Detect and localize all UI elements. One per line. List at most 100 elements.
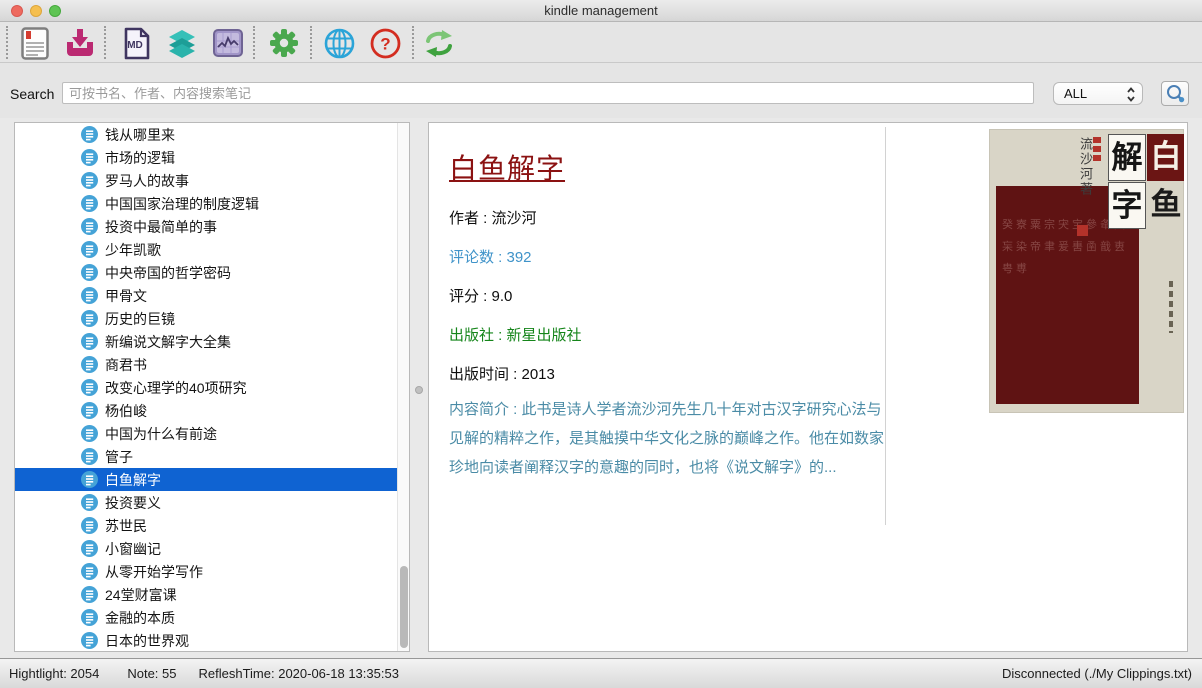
book-list-item[interactable]: 新编说文解字大全集: [15, 330, 397, 353]
book-list-item[interactable]: 历史的巨镜: [15, 307, 397, 330]
book-rating: 评分 : 9.0: [449, 285, 512, 306]
book-icon: [81, 126, 98, 143]
book-cover-image: 癸寮粟宗宊宝參夅宎杗染帝聿爰軎圅戠叀甹尃 解 白 字 鱼 流沙河著: [989, 129, 1184, 413]
book-list-item-label: 24堂财富课: [105, 585, 177, 605]
book-list-panel: 钱从哪里来 市场的逻辑 罗马人的故事: [14, 122, 410, 652]
book-list: 钱从哪里来 市场的逻辑 罗马人的故事: [15, 123, 397, 652]
chevron-updown-icon: [1126, 86, 1136, 103]
book-list-item[interactable]: 管子: [15, 445, 397, 468]
toolbar-separator: [6, 26, 8, 59]
book-list-item-label: 中国国家治理的制度逻辑: [105, 194, 259, 214]
search-button[interactable]: [1161, 81, 1189, 106]
note-count: Note: 55: [127, 666, 176, 681]
filter-select[interactable]: ALL: [1053, 82, 1143, 105]
book-icon: [81, 402, 98, 419]
filter-select-value: ALL: [1064, 86, 1087, 101]
search-bar: Search ALL: [0, 63, 1202, 118]
book-list-item[interactable]: 改变心理学的40项研究: [15, 376, 397, 399]
scrollbar-thumb[interactable]: [400, 566, 408, 648]
search-label: Search: [10, 86, 54, 102]
book-summary: 内容简介 : 此书是诗人学者流沙河先生几十年对古汉字研究心法与见解的精粹之作，是…: [449, 395, 886, 482]
search-input[interactable]: [62, 82, 1034, 104]
app-window: { "window": { "title": "kindle managemen…: [0, 0, 1202, 688]
book-list-item[interactable]: 中国为什么有前途: [15, 422, 397, 445]
toolbar-separator: [310, 26, 312, 59]
book-list-item[interactable]: 少年凯歌: [15, 238, 397, 261]
book-list-item[interactable]: 甲骨文: [15, 284, 397, 307]
book-list-item[interactable]: 市场的逻辑: [15, 146, 397, 169]
settings-button[interactable]: [266, 25, 302, 61]
book-icon: [81, 218, 98, 235]
book-list-item[interactable]: 中央帝国的哲学密码: [15, 261, 397, 284]
book-list-item[interactable]: 白鱼解字: [15, 468, 397, 491]
book-icon: [81, 632, 98, 649]
connection-status: Disconnected (./My Clippings.txt): [1002, 666, 1192, 681]
reader-button[interactable]: [17, 25, 53, 61]
layers-button[interactable]: [164, 25, 200, 61]
book-list-item-label: 从零开始学写作: [105, 562, 203, 582]
book-list-item[interactable]: 杨伯峻: [15, 399, 397, 422]
toolbar: MD: [0, 22, 1202, 63]
book-list-item[interactable]: 钱从哪里来: [15, 123, 397, 146]
window-title: kindle management: [0, 3, 1202, 18]
book-list-item-label: 中国为什么有前途: [105, 424, 217, 444]
book-list-item-label: 甲骨文: [105, 286, 147, 306]
refresh-time: RefleshTime: 2020-06-18 13:35:53: [199, 666, 399, 681]
book-title-link[interactable]: 白鱼解字: [449, 147, 565, 187]
book-list-item[interactable]: 商君书: [15, 353, 397, 376]
book-list-item[interactable]: 日本的世界观: [15, 629, 397, 652]
book-list-item-label: 投资中最简单的事: [105, 217, 217, 237]
book-icon: [81, 517, 98, 534]
book-list-item-label: 管子: [105, 447, 133, 467]
globe-icon: [324, 28, 355, 59]
book-pub-date: 出版时间 : 2013: [449, 363, 555, 384]
cover-char: 字: [1108, 182, 1146, 229]
book-icon: [81, 172, 98, 189]
detail-divider: [885, 127, 886, 525]
svg-text:MD: MD: [127, 40, 143, 51]
statistics-button[interactable]: [210, 25, 246, 61]
book-list-item-label: 中央帝国的哲学密码: [105, 263, 231, 283]
cover-red-label: [1093, 137, 1101, 163]
book-author: 作者 : 流沙河: [449, 207, 537, 228]
book-list-item[interactable]: 罗马人的故事: [15, 169, 397, 192]
book-list-item-label: 新编说文解字大全集: [105, 332, 231, 352]
help-button[interactable]: ?: [367, 25, 403, 61]
book-list-item[interactable]: 小窗幽记: [15, 537, 397, 560]
web-button[interactable]: [321, 25, 357, 61]
refresh-button[interactable]: [421, 25, 457, 61]
monitor-chart-icon: [213, 29, 243, 57]
book-icon: [81, 195, 98, 212]
cover-char: 解: [1108, 134, 1146, 181]
book-icon: [81, 356, 98, 373]
reader-icon: [21, 27, 49, 60]
book-list-item[interactable]: 投资要义: [15, 491, 397, 514]
book-list-item[interactable]: 金融的本质: [15, 606, 397, 629]
book-icon: [81, 264, 98, 281]
book-icon: [81, 379, 98, 396]
book-list-item[interactable]: 投资中最简单的事: [15, 215, 397, 238]
book-list-item-label: 商君书: [105, 355, 147, 375]
book-icon: [81, 494, 98, 511]
book-list-item[interactable]: 中国国家治理的制度逻辑: [15, 192, 397, 215]
book-icon: [81, 563, 98, 580]
import-button[interactable]: [62, 25, 98, 61]
book-icon: [81, 448, 98, 465]
book-list-item-label: 历史的巨镜: [105, 309, 175, 329]
book-list-item-label: 小窗幽记: [105, 539, 161, 559]
book-list-scrollbar[interactable]: [397, 123, 409, 651]
book-list-item-label: 日本的世界观: [105, 631, 189, 651]
cover-char: 鱼: [1147, 182, 1184, 229]
book-list-item[interactable]: 苏世民: [15, 514, 397, 537]
book-icon: [81, 586, 98, 603]
panel-splitter-handle[interactable]: [415, 386, 423, 394]
markdown-file-icon: MD: [123, 27, 151, 60]
book-list-item[interactable]: 从零开始学写作: [15, 560, 397, 583]
markdown-export-button[interactable]: MD: [119, 25, 155, 61]
book-list-item[interactable]: 24堂财富课: [15, 583, 397, 606]
book-list-item-label: 白鱼解字: [105, 470, 161, 490]
gear-icon: [269, 28, 299, 58]
book-icon: [81, 471, 98, 488]
book-list-item-label: 金融的本质: [105, 608, 175, 628]
book-list-item-label: 市场的逻辑: [105, 148, 175, 168]
